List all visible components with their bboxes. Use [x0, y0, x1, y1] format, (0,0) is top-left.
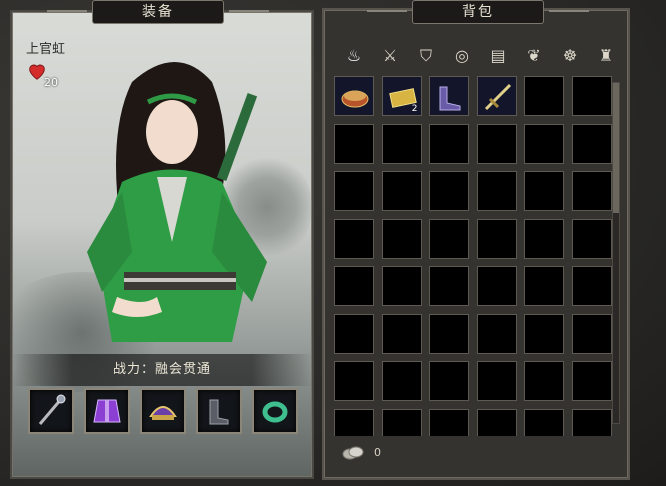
inventory-slot-empty[interactable]	[571, 361, 612, 401]
character-name: 上官虹	[26, 42, 66, 57]
tab-herbs[interactable]: ❦	[518, 40, 550, 72]
heart-count: 20	[44, 76, 58, 89]
all-items-icon: ♨	[346, 46, 362, 65]
equip-slot-ring[interactable]	[252, 388, 298, 434]
inventory-slot-empty[interactable]	[334, 218, 374, 259]
equipment-title: 装备	[47, 0, 269, 24]
sword-icon	[484, 83, 511, 111]
inventory-slot-item[interactable]	[334, 76, 374, 116]
inventory-slot-empty[interactable]	[334, 266, 374, 306]
inventory-slot-empty[interactable]	[381, 171, 422, 211]
coin-icon	[342, 446, 364, 460]
inventory-slot-item[interactable]	[429, 76, 469, 116]
ring-icon	[262, 401, 288, 423]
inventory-slot-empty[interactable]	[334, 123, 374, 164]
inventory-slot-empty[interactable]	[381, 266, 422, 306]
inventory-slot-empty[interactable]	[334, 361, 374, 401]
tab-accessory[interactable]: ◎	[446, 40, 478, 72]
equip-slot-staff[interactable]	[28, 388, 74, 434]
inventory-slot-empty[interactable]	[524, 171, 564, 211]
inventory-slot-empty[interactable]	[524, 313, 564, 354]
inventory-slot-empty[interactable]	[429, 266, 469, 306]
inventory-slot-empty[interactable]	[571, 123, 612, 164]
inventory-slot-empty[interactable]	[524, 408, 564, 436]
inventory-slot-empty[interactable]	[429, 361, 469, 401]
food-bowl-icon	[341, 90, 369, 108]
inventory-slot-empty[interactable]	[524, 266, 564, 306]
inventory-slot-empty[interactable]	[429, 123, 469, 164]
inventory-slot-empty[interactable]	[334, 408, 374, 436]
tab-bag[interactable]: ♜	[590, 40, 622, 72]
tab-armor[interactable]: ⛉	[410, 40, 442, 72]
inventory-slot-empty[interactable]	[334, 313, 374, 354]
scrollbar-thumb[interactable]	[613, 83, 619, 213]
bag-title: 背包	[367, 0, 589, 24]
inventory-slot-empty[interactable]	[476, 361, 517, 401]
item-quantity: 2	[411, 104, 418, 114]
weapons-icon: ⚔	[382, 46, 398, 65]
inventory-slot-empty[interactable]	[381, 313, 422, 354]
inventory-grid: 2	[334, 76, 616, 436]
equipment-slots	[26, 388, 306, 436]
inventory-slot-empty[interactable]	[524, 361, 564, 401]
inventory-slot-empty[interactable]	[381, 361, 422, 401]
inventory-slot-empty[interactable]	[571, 408, 612, 436]
equip-slot-boots[interactable]	[196, 388, 242, 434]
currency-bar: 0	[322, 434, 626, 474]
inventory-slot-item[interactable]: 2	[381, 76, 422, 116]
inventory-slot-empty[interactable]	[524, 76, 564, 116]
tab-all[interactable]: ♨	[338, 40, 370, 72]
accessory-icon: ◎	[455, 46, 469, 65]
character-portrait	[87, 62, 267, 342]
boots-icon	[209, 399, 229, 425]
currency-amount: 0	[374, 446, 381, 459]
bag-tabs: ♨ ⚔ ⛉ ◎ ▤ ❦ ☸ ♜	[334, 40, 618, 74]
tab-weapons[interactable]: ⚔	[374, 40, 406, 72]
inventory-slot-empty[interactable]	[476, 218, 517, 259]
inventory-slot-empty[interactable]	[476, 123, 517, 164]
inventory-slot-empty[interactable]	[429, 408, 469, 436]
inventory-slot-empty[interactable]	[476, 266, 517, 306]
tab-books[interactable]: ▤	[482, 40, 514, 72]
inventory-slot-empty[interactable]	[476, 313, 517, 354]
inventory-slot-empty[interactable]	[476, 171, 517, 211]
bag-panel: ♨ ⚔ ⛉ ◎ ▤ ❦ ☸ ♜ 2	[322, 8, 630, 480]
combat-power-label: 战力：融会贯通	[12, 354, 312, 386]
equip-slot-robe[interactable]	[84, 388, 130, 434]
book-icon: ▤	[490, 46, 506, 65]
staff-icon	[38, 394, 66, 425]
headgear-icon	[149, 406, 177, 420]
inventory-slot-empty[interactable]	[429, 218, 469, 259]
misc-icon: ☸	[562, 46, 578, 65]
inventory-slot-empty[interactable]	[571, 266, 612, 306]
inventory-slot-empty[interactable]	[571, 171, 612, 211]
inventory-scrollbar[interactable]	[612, 82, 620, 424]
inventory-slot-empty[interactable]	[524, 218, 564, 259]
inventory-slot-empty[interactable]	[571, 313, 612, 354]
inventory-slot-empty[interactable]	[381, 408, 422, 436]
inventory-slot-empty[interactable]	[381, 123, 422, 164]
tab-misc[interactable]: ☸	[554, 40, 586, 72]
herb-icon: ❦	[527, 46, 541, 65]
inventory-slot-empty[interactable]	[571, 218, 612, 259]
armor-icon: ⛉	[419, 46, 432, 65]
bag-icon: ♜	[598, 46, 614, 65]
inventory-slot-empty[interactable]	[429, 171, 469, 211]
inventory-slot-empty[interactable]	[381, 218, 422, 259]
inventory-slot-empty[interactable]	[571, 76, 612, 116]
robe-icon	[93, 399, 121, 423]
inventory-slot-empty[interactable]	[476, 408, 517, 436]
inventory-slot-empty[interactable]	[429, 313, 469, 354]
inventory-slot-empty[interactable]	[334, 171, 374, 211]
equip-slot-headgear[interactable]	[140, 388, 186, 434]
inventory-slot-item[interactable]	[476, 76, 517, 116]
inventory-slot-empty[interactable]	[524, 123, 564, 164]
boots-icon	[439, 86, 461, 111]
equipment-panel: 上官虹 20 战力：融会贯通	[0, 10, 314, 479]
